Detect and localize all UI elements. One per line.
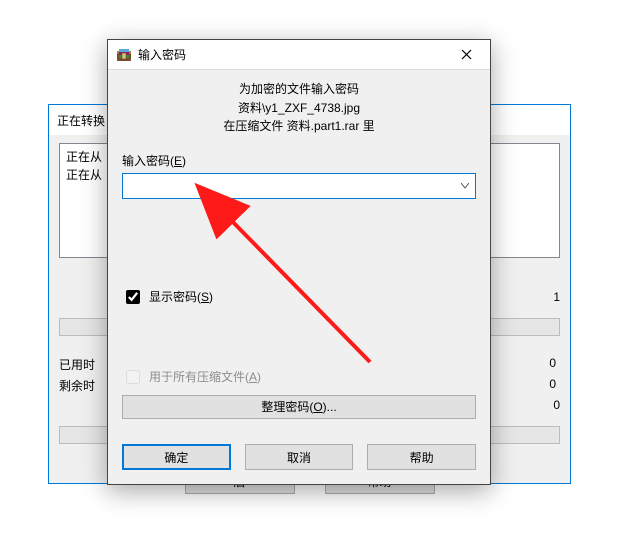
convert-title: 正在转换 — [57, 112, 105, 129]
dialog-message: 为加密的文件输入密码 资料\y1_ZXF_4738.jpg 在压缩文件 资料.p… — [122, 80, 476, 136]
cancel-button[interactable]: 取消 — [245, 444, 354, 470]
help-button[interactable]: 帮助 — [367, 444, 476, 470]
show-password-check[interactable] — [126, 290, 140, 304]
show-password-label: 显示密码(S) — [149, 288, 213, 305]
winrar-icon — [116, 47, 132, 63]
remaining-value: 0 — [549, 377, 556, 394]
value-bottom: 0 — [553, 398, 560, 412]
show-password-checkbox[interactable]: 显示密码(S) — [122, 287, 476, 307]
value-top: 1 — [553, 290, 560, 304]
elapsed-value: 0 — [549, 356, 556, 373]
all-archives-check — [126, 370, 140, 384]
organize-passwords-button[interactable]: 整理密码(O)... — [122, 395, 476, 419]
remaining-label: 剩余时 — [59, 377, 95, 394]
all-archives-label: 用于所有压缩文件(A) — [149, 368, 261, 385]
close-icon — [461, 49, 472, 60]
close-button[interactable] — [446, 41, 486, 69]
password-dialog: 输入密码 为加密的文件输入密码 资料\y1_ZXF_4738.jpg 在压缩文件… — [107, 39, 491, 485]
password-input[interactable] — [122, 173, 476, 199]
dialog-titlebar: 输入密码 — [108, 40, 490, 70]
dialog-title: 输入密码 — [138, 46, 186, 63]
all-archives-checkbox: 用于所有压缩文件(A) — [122, 367, 476, 387]
ok-button[interactable]: 确定 — [122, 444, 231, 470]
password-label: 输入密码(E) — [122, 152, 476, 169]
password-combobox[interactable] — [122, 173, 476, 199]
elapsed-label: 已用时 — [59, 356, 95, 373]
